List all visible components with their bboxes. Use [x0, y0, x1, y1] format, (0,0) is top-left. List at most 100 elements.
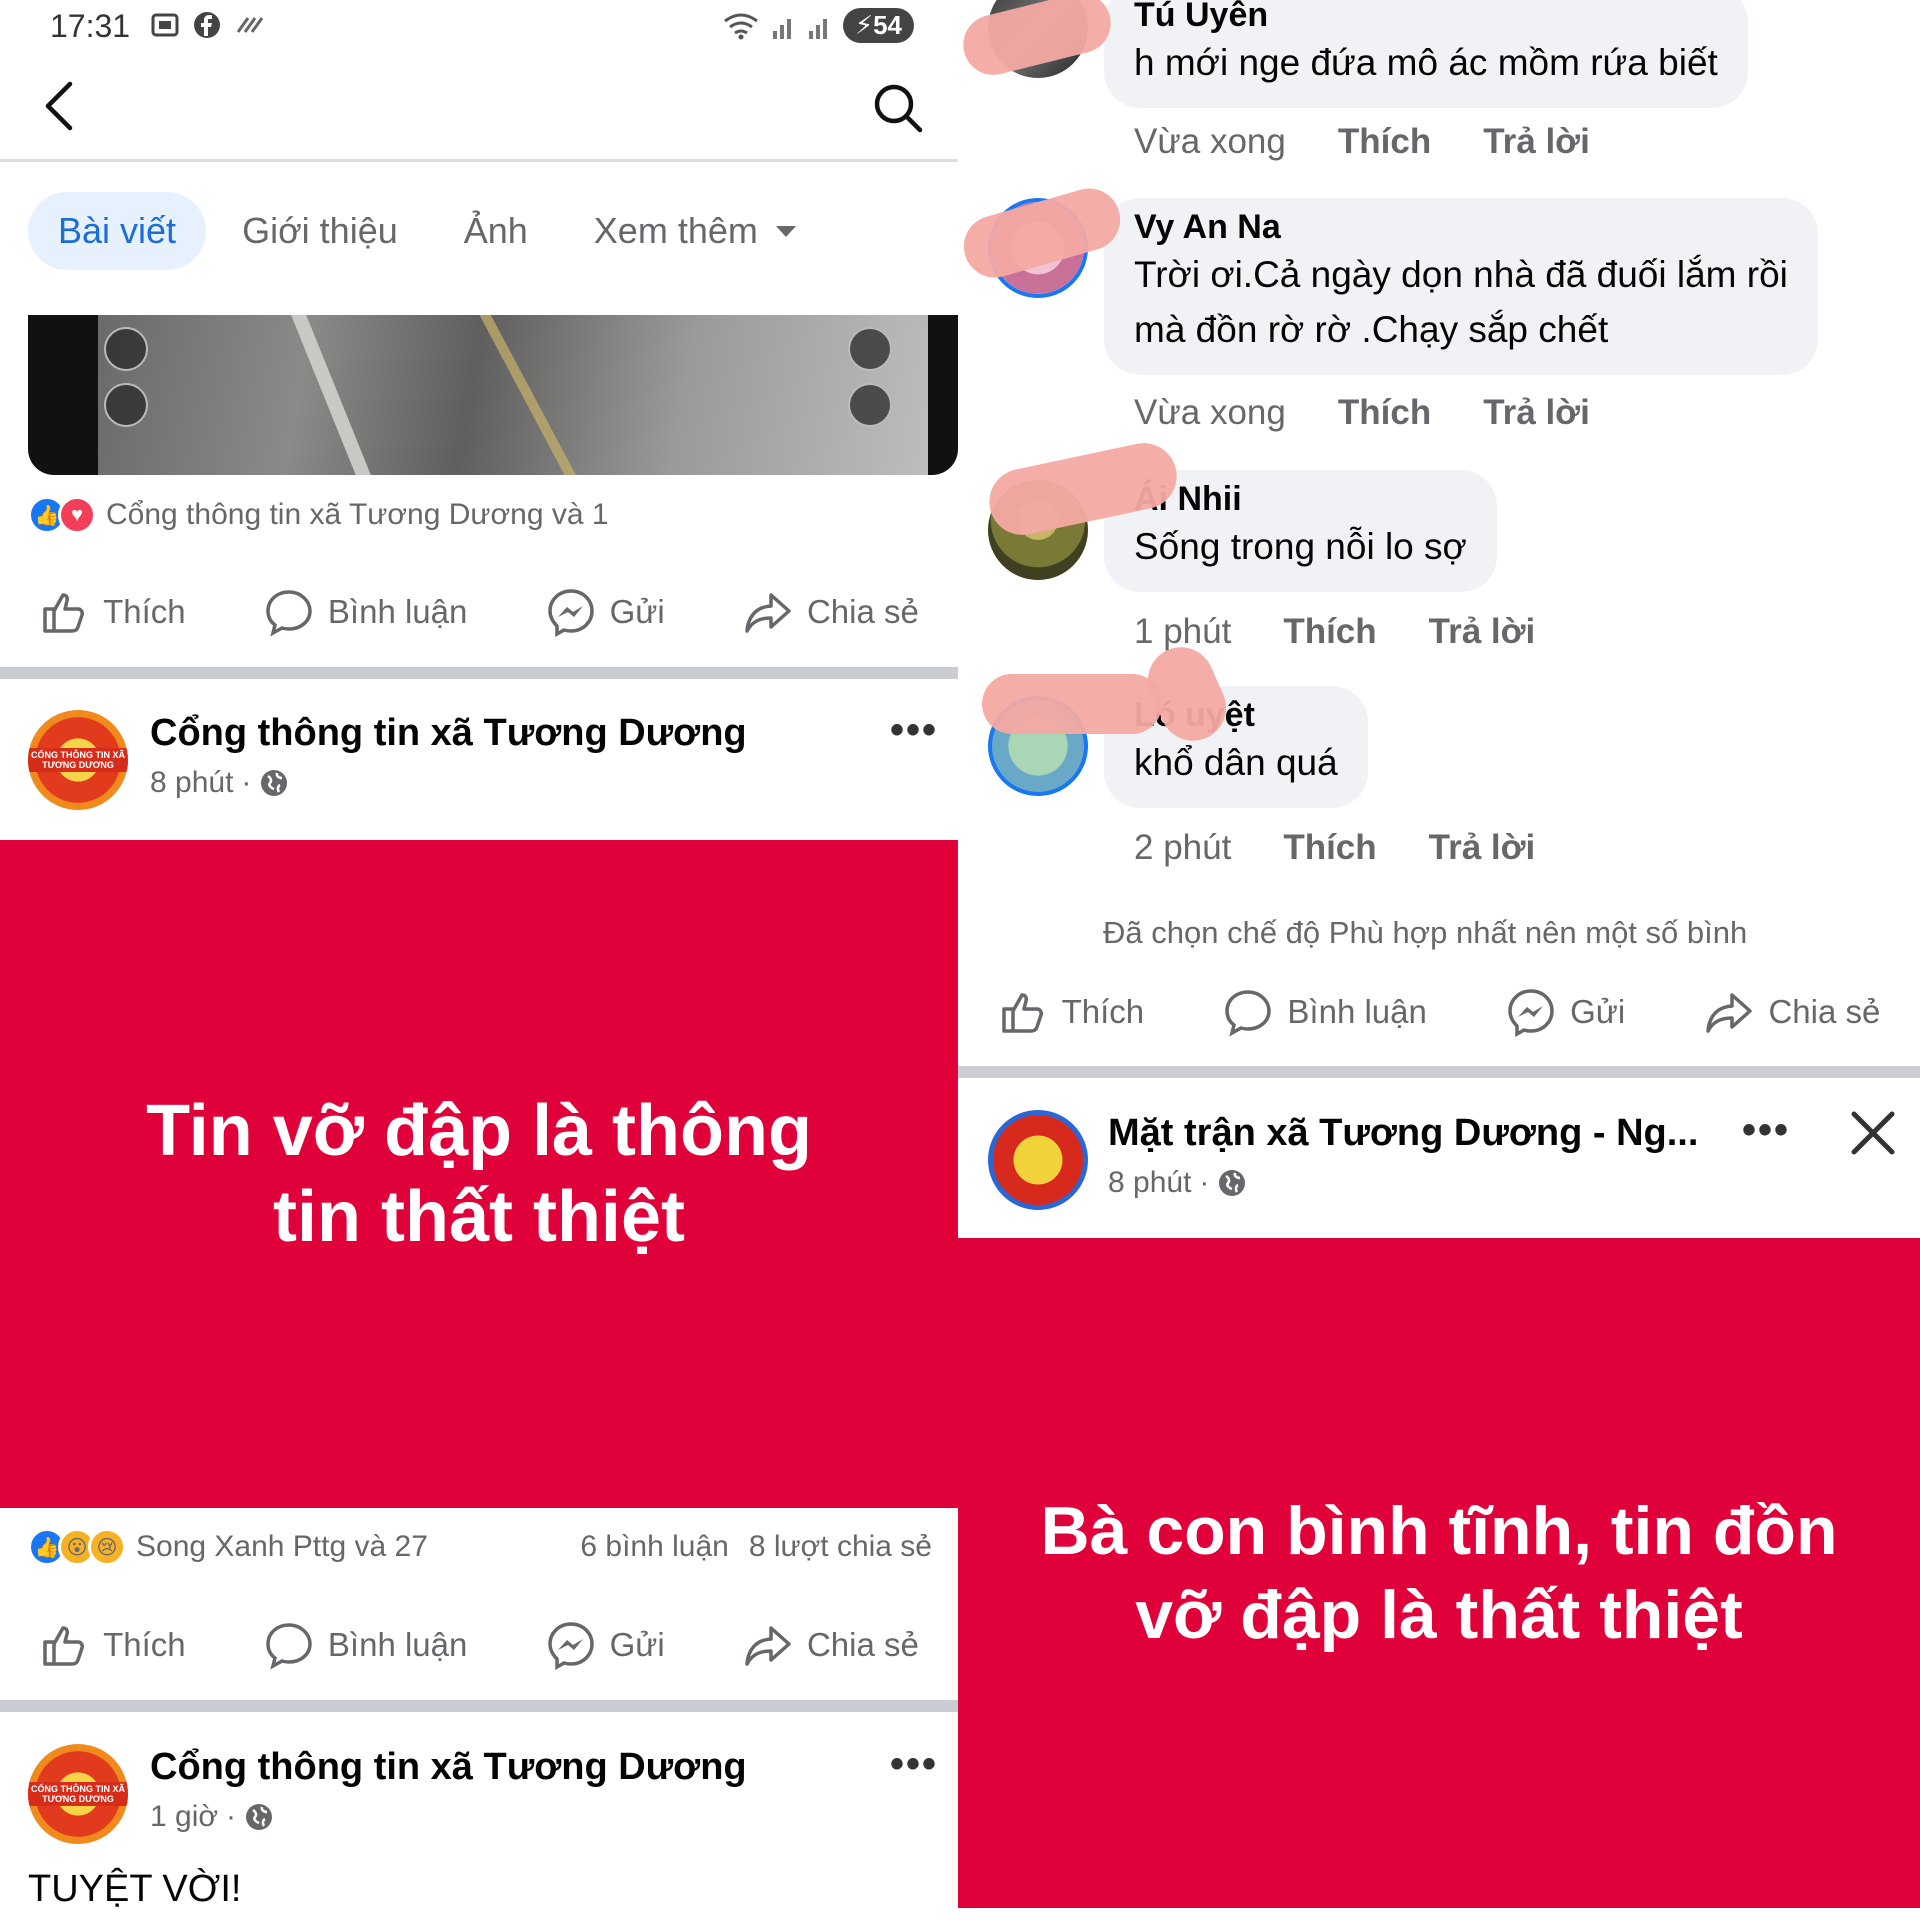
video-photo-icon[interactable] — [104, 327, 148, 371]
right-post-author[interactable]: Mặt trận xã Tương Dương - Ng... — [1108, 1112, 1698, 1155]
comment-label: Bình luận — [327, 1626, 468, 1663]
comment-meta: Vừa xong Thích Trả lời — [1134, 393, 1590, 433]
post1-action-bar: Thích Bình luận Gửi Chia sẻ — [0, 572, 958, 652]
right-post-header: Mặt trận xã Tương Dương - Ng... 8 phút ·… — [958, 1090, 1920, 1220]
send-button[interactable]: Gửi — [546, 1620, 665, 1670]
comment-meta: 1 phút Thích Trả lời — [1134, 612, 1535, 652]
comment-like-button[interactable]: Thích — [1283, 828, 1376, 868]
comment-reply-button[interactable]: Trả lời — [1483, 393, 1590, 433]
like-button[interactable]: Thích — [39, 587, 186, 637]
messenger-icon — [547, 1622, 594, 1670]
post2-reactions-text: Song Xanh Pttg và 27 — [136, 1530, 428, 1563]
close-icon[interactable] — [1850, 1110, 1896, 1156]
post3-avatar-text: CỔNG THÔNG TIN XÃ TƯƠNG DƯƠNG — [28, 1781, 128, 1807]
post2-avatar-text: CỔNG THÔNG TIN XÃ TƯƠNG DƯƠNG — [28, 747, 128, 773]
comment-button[interactable]: Bình luận — [264, 587, 467, 637]
comment-bubble[interactable]: Tú Uyên h mới nge đứa mô ác mồm rứa biết — [1104, 0, 1748, 108]
comment-reply-button[interactable]: Trả lời — [1429, 612, 1536, 652]
commenter-name[interactable]: Vy An Na — [1134, 208, 1788, 247]
right-post-meta: 8 phút · — [1108, 1166, 1247, 1200]
comment-label: Bình luận — [1287, 993, 1427, 1030]
send-label: Gửi — [609, 1626, 665, 1663]
globe-icon — [1219, 1170, 1246, 1196]
messenger-icon — [1508, 989, 1554, 1037]
video-road-line — [476, 315, 590, 475]
right-post-card[interactable]: Bà con bình tĩnh, tin đồn vỡ đập là thất… — [958, 1238, 1920, 1908]
comment-meta: 2 phút Thích Trả lời — [1134, 828, 1535, 868]
post2-meta: 8 phút · — [150, 766, 289, 800]
commenter-name[interactable]: Tú Uyên — [1134, 0, 1718, 35]
commenter-name[interactable]: Ái Nhii — [1134, 480, 1467, 519]
comment-text: h mới nge đứa mô ác mồm rứa biết — [1134, 42, 1718, 83]
comment-reply-button[interactable]: Trả lời — [1429, 828, 1536, 868]
meta-dot: · — [241, 766, 252, 799]
right-action-bar: Thích Bình luận Gửi Chia sẻ — [958, 972, 1920, 1052]
profile-tabs: Bài viết Giới thiệu Ảnh Xem thêm — [28, 192, 828, 270]
comment-like-button[interactable]: Thích — [1338, 393, 1431, 433]
signal-icon — [772, 18, 791, 39]
comment-reply-button[interactable]: Trả lời — [1483, 122, 1590, 162]
video-frame — [98, 315, 928, 475]
like-button[interactable]: Thích — [39, 1620, 186, 1670]
feed-separator — [0, 667, 958, 679]
meta-dot: · — [1199, 1166, 1210, 1199]
post3-author[interactable]: Cổng thông tin xã Tương Dương — [150, 1746, 747, 1789]
right-post-time[interactable]: 8 phút — [1108, 1166, 1191, 1200]
redaction-mark — [982, 674, 1162, 734]
post2-author[interactable]: Cổng thông tin xã Tương Dương — [150, 712, 747, 755]
tab-see-more[interactable]: Xem thêm — [564, 192, 828, 270]
post2-card[interactable]: Tin vỡ đập là thông tin thất thiệt — [0, 840, 958, 1508]
post2-action-bar: Thích Bình luận Gửi Chia sẻ — [0, 1605, 958, 1685]
comment-button[interactable]: Bình luận — [1223, 987, 1427, 1037]
comment-bubble[interactable]: Vy An Na Trời ơi.Cả ngày dọn nhà đã đuối… — [1104, 198, 1818, 375]
post2-header: CỔNG THÔNG TIN XÃ TƯƠNG DƯƠNG Cổng thông… — [0, 690, 958, 820]
comment-time: Vừa xong — [1134, 393, 1286, 432]
post1-reactions[interactable]: 👍 ♥ Cổng thông tin xã Tương Dương và 1 — [28, 496, 609, 534]
comment-like-button[interactable]: Thích — [1283, 612, 1376, 652]
send-button[interactable]: Gửi — [1506, 987, 1625, 1037]
like-label: Thích — [103, 1626, 186, 1663]
share-label: Chia sẻ — [806, 1626, 919, 1663]
comment-time: 2 phút — [1134, 828, 1232, 867]
post2-comments-count[interactable]: 6 bình luận — [580, 1530, 728, 1564]
screenshot-icon — [151, 13, 179, 37]
comment-like-button[interactable]: Thích — [1338, 122, 1431, 162]
share-button[interactable]: Chia sẻ — [743, 1620, 919, 1670]
share-icon — [1706, 993, 1753, 1033]
like-label: Thích — [103, 593, 186, 630]
tab-photos[interactable]: Ảnh — [434, 192, 558, 270]
battery-level: 54 — [873, 10, 902, 40]
share-button[interactable]: Chia sẻ — [743, 587, 919, 637]
video-thumbnail[interactable] — [28, 315, 958, 475]
share-icon — [745, 1626, 791, 1666]
comment-button[interactable]: Bình luận — [264, 1620, 467, 1670]
post3-text: TUYỆT VỜI! — [28, 1868, 242, 1910]
post2-shares-count[interactable]: 8 lượt chia sẻ — [749, 1530, 932, 1564]
back-icon[interactable] — [40, 80, 80, 132]
send-button[interactable]: Gửi — [546, 587, 665, 637]
comment-text: mà đồn rờ rờ .Chạy sắp chết — [1134, 309, 1609, 350]
like-label: Thích — [1061, 993, 1145, 1030]
post2-more-icon[interactable]: ••• — [890, 708, 938, 753]
post3-more-icon[interactable]: ••• — [890, 1742, 938, 1787]
feed-separator — [958, 1066, 1920, 1078]
post2-avatar[interactable]: CỔNG THÔNG TIN XÃ TƯƠNG DƯƠNG — [28, 710, 128, 810]
tab-about[interactable]: Giới thiệu — [212, 192, 428, 270]
video-mute-icon[interactable] — [848, 327, 892, 371]
love-reaction-icon: ♥ — [58, 496, 96, 534]
post2-time[interactable]: 8 phút — [150, 766, 233, 800]
post3-avatar[interactable]: CỔNG THÔNG TIN XÃ TƯƠNG DƯƠNG — [28, 1744, 128, 1844]
like-button[interactable]: Thích — [998, 987, 1145, 1037]
status-bar: 17:31 ⚡54 — [0, 0, 958, 52]
right-post-avatar[interactable] — [988, 1110, 1088, 1210]
tab-posts[interactable]: Bài viết — [28, 192, 207, 270]
post3-time[interactable]: 1 giờ — [150, 1800, 218, 1834]
share-button[interactable]: Chia sẻ — [1704, 987, 1880, 1037]
video-film-icon[interactable] — [104, 383, 148, 427]
status-time: 17:31 — [50, 8, 131, 44]
search-icon[interactable] — [872, 82, 924, 134]
top-nav — [0, 52, 958, 162]
post2-reactions[interactable]: 👍 😮 😢 Song Xanh Pttg và 27 — [28, 1528, 428, 1566]
right-post-more-icon[interactable]: ••• — [1742, 1108, 1790, 1153]
video-settings-icon[interactable] — [848, 383, 892, 427]
